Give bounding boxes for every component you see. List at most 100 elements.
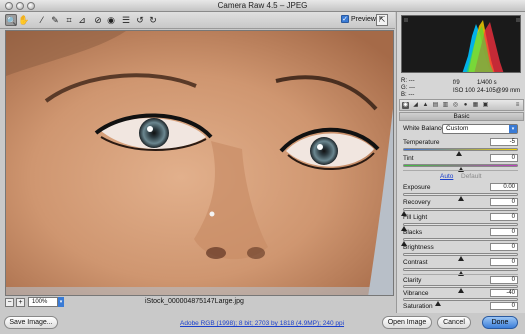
r-label: R: [401, 78, 407, 84]
fullscreen-icon: ⇱ [378, 15, 386, 24]
blacks-slider[interactable] [401, 238, 518, 246]
tint-value[interactable]: 0 [490, 154, 518, 162]
auto-link[interactable]: Auto [440, 173, 453, 180]
brightness-slider[interactable] [403, 253, 518, 261]
tab-hsl[interactable]: ▤ [432, 102, 439, 109]
rotate-left-icon: ↺ [136, 15, 144, 25]
tab-split-toning[interactable]: ▥ [442, 102, 449, 109]
chevron-down-icon: ▾ [509, 125, 517, 133]
contrast-value[interactable]: 0 [490, 258, 518, 266]
status-bar: − + 100% ▾ iStock_000004875147Large.jpg [5, 297, 394, 308]
clarity-value[interactable]: 0 [490, 276, 518, 284]
lens-icon: ◎ [452, 101, 459, 108]
white-balance-value: Custom [446, 125, 469, 132]
zoom-in-button[interactable]: + [16, 298, 25, 307]
recovery-value[interactable]: 0 [490, 198, 518, 206]
red-eye-icon: ◉ [107, 15, 115, 25]
saturation-label: Saturation [403, 303, 433, 310]
retouch-tool-button[interactable]: ⊘ [92, 14, 104, 26]
tab-camera-calibration[interactable]: ● [462, 102, 469, 109]
temperature-slider[interactable] [403, 148, 518, 156]
workflow-options-link[interactable]: Adobe RGB (1998); 8 bit; 2703 by 1818 (4… [180, 320, 344, 327]
panel-menu-button[interactable]: ≡ [514, 102, 521, 109]
section-title: Basic [399, 112, 524, 121]
default-link[interactable]: Default [461, 173, 482, 180]
tint-slider[interactable] [403, 164, 518, 172]
divider [403, 170, 518, 171]
tab-detail[interactable]: ▲ [422, 102, 429, 109]
zoom-dropdown-icon[interactable]: ▾ [58, 297, 64, 307]
exposure-slider[interactable] [403, 193, 518, 201]
clarity-slider[interactable] [403, 285, 518, 293]
rotate-right-icon: ↻ [149, 15, 157, 25]
curve-icon: ◢ [413, 101, 418, 108]
image-preview-area[interactable] [5, 30, 394, 296]
tab-presets[interactable]: ▦ [472, 102, 479, 109]
clarity-label: Clarity [403, 277, 422, 284]
camera-icon: ● [463, 101, 468, 108]
fill-light-value[interactable]: 0 [490, 213, 518, 221]
brightness-thumb[interactable] [457, 256, 464, 261]
title-bar: Camera Raw 4.5 – JPEG [0, 0, 525, 12]
aperture: f/9 [453, 80, 460, 86]
open-image-button[interactable]: Open Image [382, 316, 432, 329]
image-info: R: --- G: --- B: --- f/9 1/400 s ISO 100… [401, 76, 521, 98]
red-eye-tool-button[interactable]: ◉ [105, 14, 117, 26]
zoom-tool-button[interactable]: 🔍 [5, 14, 17, 26]
g-label: G: [401, 85, 408, 91]
aperture-icon: ◉ [402, 101, 409, 108]
tab-snapshots[interactable]: ▣ [482, 102, 489, 109]
recovery-label: Recovery [403, 199, 431, 206]
presets-icon: ▦ [472, 101, 479, 108]
exposure-value[interactable]: 0.00 [490, 183, 518, 191]
triangle-icon: ▲ [422, 101, 429, 108]
toolbar: 🔍 ✋ ⁄ ✎ ⌗ ⊿ ⊘ ◉ ☰ ↺ ↻ ✓ Preview ⇱ [0, 12, 395, 29]
b-label: B: [401, 92, 407, 98]
tab-lens[interactable]: ◎ [452, 102, 459, 109]
divider [403, 274, 518, 275]
straighten-tool-button[interactable]: ⊿ [76, 14, 88, 26]
fill-light-slider[interactable] [401, 223, 518, 231]
save-image-button[interactable]: Save Image... [4, 316, 58, 329]
tab-basic[interactable]: ◉ [402, 101, 409, 109]
saturation-value[interactable]: 0 [490, 302, 518, 310]
right-panel: R: --- G: --- B: --- f/9 1/400 s ISO 100… [396, 12, 525, 313]
vibrance-thumb[interactable] [434, 301, 441, 306]
rotate-right-button[interactable]: ↻ [147, 14, 159, 26]
blacks-value[interactable]: 0 [490, 228, 518, 236]
bottom-bar: Save Image... Adobe RGB (1998); 8 bit; 2… [0, 313, 525, 334]
hand-tool-button[interactable]: ✋ [18, 14, 30, 26]
exposure-thumb[interactable] [457, 196, 464, 201]
retouch-icon: ⊘ [94, 15, 102, 25]
preferences-button[interactable]: ☰ [120, 14, 132, 26]
preview-toggle[interactable]: ✓ Preview [341, 15, 376, 23]
preview-checkbox[interactable]: ✓ [341, 15, 349, 23]
rotate-left-button[interactable]: ↺ [134, 14, 146, 26]
white-balance-label: White Balance: [403, 125, 447, 132]
vibrance-label: Vibrance [403, 290, 429, 297]
white-balance-select[interactable]: Custom ▾ [442, 124, 518, 134]
r-value: --- [408, 78, 415, 84]
done-button[interactable]: Done [482, 316, 518, 329]
vibrance-slider[interactable] [403, 298, 518, 306]
zoom-level-select[interactable]: 100% [28, 297, 58, 307]
histogram [401, 15, 521, 73]
crop-icon: ⌗ [66, 15, 72, 25]
white-balance-tool-button[interactable]: ⁄ [36, 14, 48, 26]
clarity-thumb[interactable] [457, 288, 464, 293]
crop-tool-button[interactable]: ⌗ [63, 14, 75, 26]
color-sampler-tool-button[interactable]: ✎ [49, 14, 61, 26]
fullscreen-button[interactable]: ⇱ [376, 14, 388, 26]
zoom-out-button[interactable]: − [5, 298, 14, 307]
cancel-button[interactable]: Cancel [437, 316, 471, 329]
contrast-label: Contrast [403, 259, 428, 266]
temperature-value[interactable]: -5 [490, 138, 518, 146]
color-sampler-icon: ✎ [51, 15, 59, 25]
vibrance-value[interactable]: -40 [490, 289, 518, 297]
brightness-value[interactable]: 0 [490, 243, 518, 251]
tab-tone-curve[interactable]: ◢ [412, 102, 419, 109]
snapshot-icon: ▣ [482, 101, 489, 108]
contrast-slider[interactable] [403, 268, 518, 276]
temperature-thumb[interactable] [456, 151, 463, 156]
recovery-slider[interactable] [401, 208, 518, 216]
